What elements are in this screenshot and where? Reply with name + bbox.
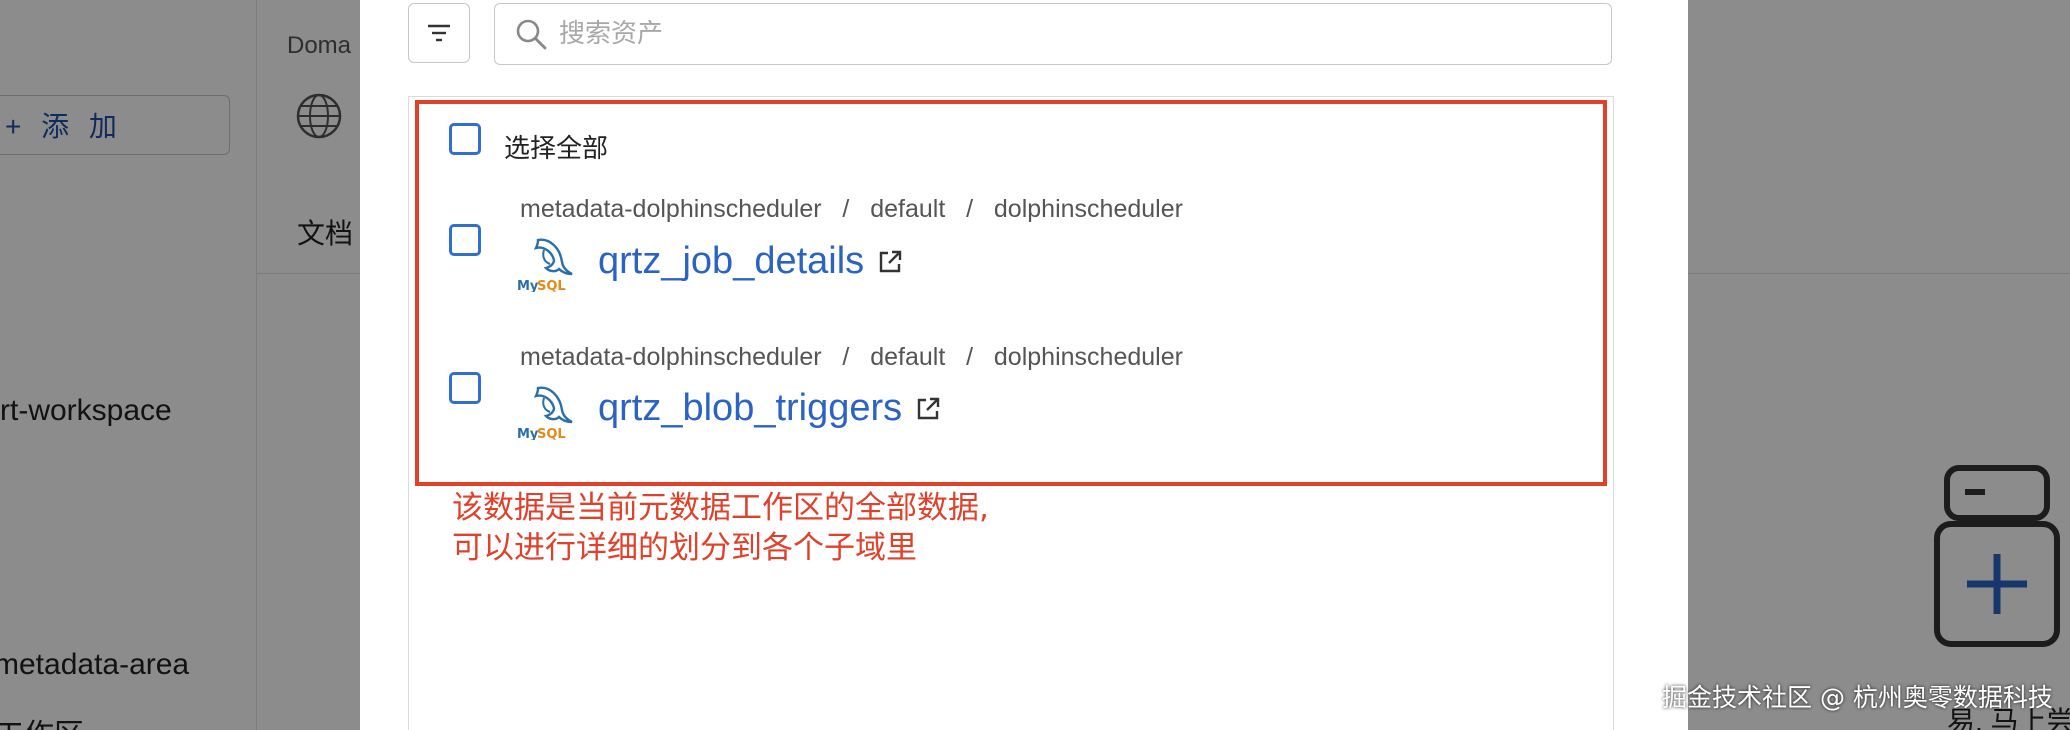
annotation-line: 该数据是当前元数据工作区的全部数据,	[452, 490, 989, 526]
annotation-line: 可以进行详细的划分到各个子域里	[452, 530, 917, 566]
search-box[interactable]	[494, 3, 1612, 65]
filter-icon	[428, 24, 450, 42]
watermark: 掘金技术社区 @ 杭州奥零数据科技	[1662, 683, 2053, 712]
filter-button[interactable]	[408, 3, 470, 63]
annotation-note: 该数据是当前元数据工作区的全部数据, 可以进行详细的划分到各个子域里	[452, 488, 989, 568]
search-input[interactable]	[557, 18, 1561, 50]
search-icon	[516, 19, 547, 50]
annotation-highlight-box	[415, 100, 1607, 486]
